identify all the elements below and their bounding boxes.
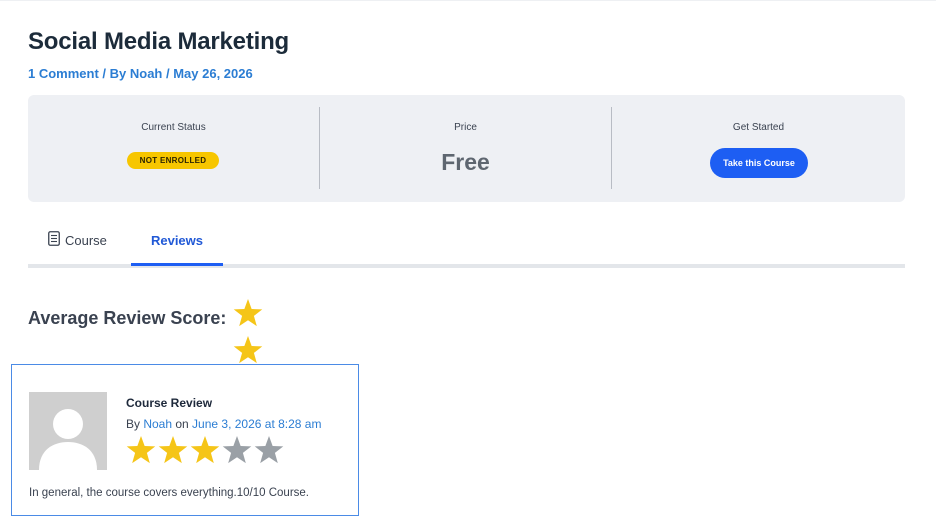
current-status-column: Current Status NOT ENROLLED — [28, 95, 319, 202]
star-filled-icon — [158, 436, 188, 464]
page-title: Social Media Marketing — [28, 28, 290, 55]
review-title: Course Review — [126, 396, 213, 410]
review-date-link[interactable]: June 3, 2026 at 8:28 am — [192, 417, 321, 431]
byline-prefix: By — [126, 417, 144, 431]
star-empty-icon — [254, 436, 284, 464]
star-empty-icon — [222, 436, 252, 464]
post-meta: 1 Comment / By Noah / May 26, 2026 — [28, 66, 253, 81]
star-filled-icon — [190, 436, 220, 464]
status-badge: NOT ENROLLED — [127, 152, 219, 169]
avatar — [29, 392, 107, 470]
tab-reviews[interactable]: Reviews — [131, 218, 223, 264]
get-started-column: Get Started Take this Course — [612, 95, 905, 202]
tab-course[interactable]: Course — [48, 218, 107, 264]
post-date-link[interactable]: May 26, 2026 — [173, 66, 253, 81]
review-author-link[interactable]: Noah — [143, 417, 172, 431]
byline-on: on — [172, 417, 193, 431]
top-border — [0, 0, 936, 1]
meta-separator: / By — [98, 66, 130, 81]
price-column: Price Free — [320, 95, 611, 202]
meta-separator: / — [162, 66, 174, 81]
price-value: Free — [441, 149, 490, 175]
active-tab-indicator — [131, 263, 223, 266]
course-status-box: Current Status NOT ENROLLED Price Free G… — [28, 95, 905, 202]
tab-course-label: Course — [65, 233, 107, 248]
author-link[interactable]: Noah — [130, 66, 163, 81]
star-filled-icon — [233, 299, 263, 327]
review-byline: By Noah on June 3, 2026 at 8:28 am — [126, 417, 321, 431]
get-started-label: Get Started — [732, 122, 785, 133]
star-filled-icon — [233, 336, 263, 364]
review-card: Course Review By Noah on June 3, 2026 at… — [11, 364, 359, 516]
document-icon — [48, 219, 60, 265]
take-course-button[interactable]: Take this Course — [710, 148, 808, 178]
avatar-placeholder-icon — [29, 392, 107, 470]
review-text: In general, the course covers everything… — [29, 487, 309, 499]
star-filled-icon — [126, 436, 156, 464]
average-score-label: Average Review Score: — [28, 308, 227, 328]
comment-link[interactable]: 1 Comment — [28, 66, 99, 81]
course-tabs: Course Reviews — [28, 218, 905, 269]
price-label: Price — [454, 122, 477, 133]
review-star-rating — [125, 434, 285, 471]
current-status-label: Current Status — [141, 122, 206, 133]
